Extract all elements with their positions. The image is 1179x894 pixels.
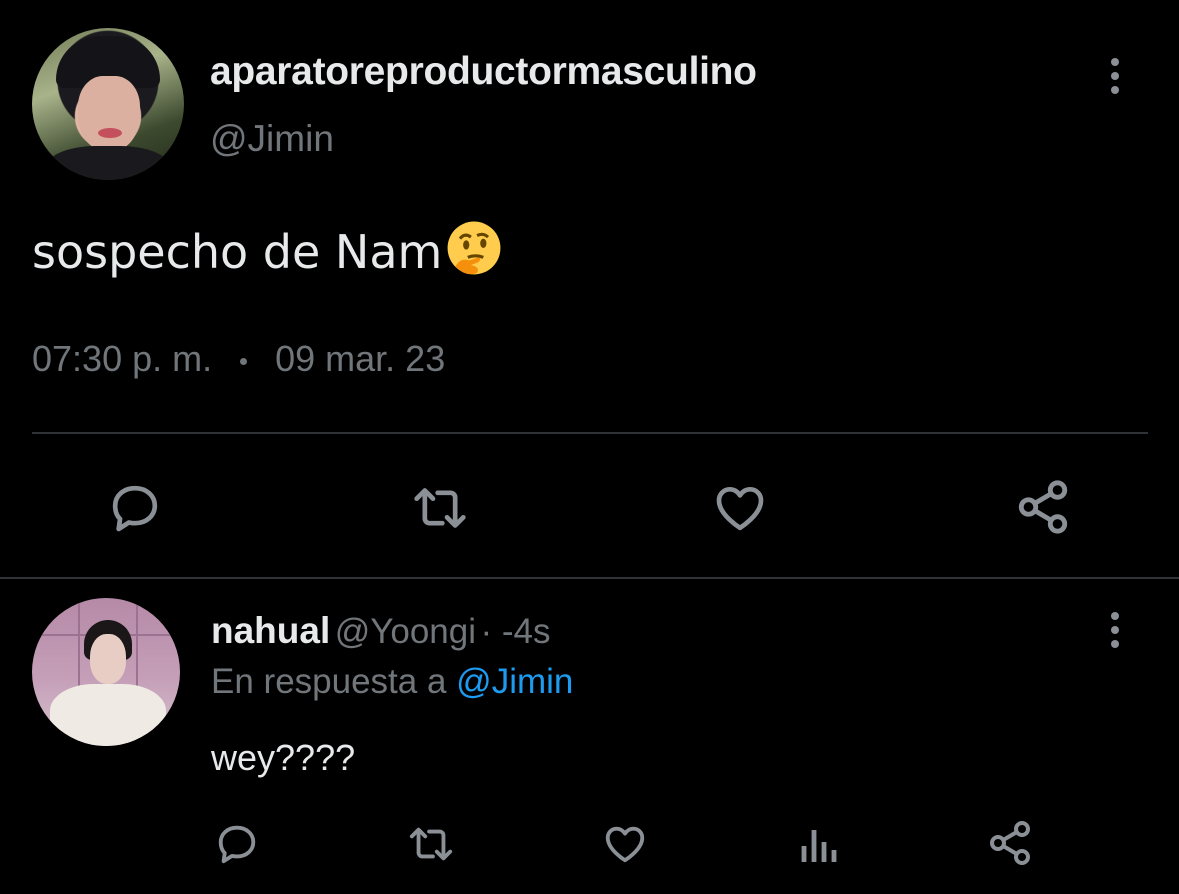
divider: [32, 432, 1148, 434]
like-icon[interactable]: [600, 820, 650, 868]
reply-header: nahual @Yoongi · -4s: [211, 610, 550, 652]
avatar[interactable]: [32, 28, 184, 180]
retweet-icon[interactable]: [404, 820, 458, 868]
replying-to-label: En respuesta a: [211, 662, 447, 701]
reply-display-name[interactable]: nahual: [211, 610, 330, 651]
thinking-face-emoji: [447, 221, 501, 275]
reply-icon[interactable]: [213, 820, 261, 868]
retweet-icon[interactable]: [406, 478, 474, 538]
like-icon[interactable]: [708, 478, 772, 538]
reply-avatar[interactable]: [32, 598, 180, 746]
tweet-date: 09 mar. 23: [275, 338, 446, 379]
reply-age: · -4s: [480, 612, 551, 651]
reply-icon[interactable]: [103, 478, 167, 538]
more-options-icon[interactable]: [1111, 58, 1119, 100]
divider: [0, 577, 1179, 579]
more-options-icon[interactable]: [1111, 612, 1119, 654]
tweet-timestamp[interactable]: 07:30 p. m. 09 mar. 23: [32, 338, 445, 380]
display-name[interactable]: aparatoreproductormasculino: [210, 50, 757, 94]
user-handle[interactable]: @Jimin: [210, 118, 334, 160]
replying-to: En respuesta a @Jimin: [211, 662, 573, 702]
analytics-icon[interactable]: [796, 820, 840, 868]
share-icon[interactable]: [1012, 476, 1074, 538]
share-icon[interactable]: [985, 818, 1035, 868]
tweet-text: sospecho de Nam: [32, 220, 502, 279]
separator-dot: [240, 357, 248, 365]
tweet-time: 07:30 p. m.: [32, 338, 213, 379]
reply-text: wey????: [211, 737, 356, 778]
tweet-text-content: sospecho de Nam: [32, 225, 443, 279]
mention-link[interactable]: @Jimin: [456, 662, 573, 701]
reply-handle[interactable]: @Yoongi: [335, 612, 476, 651]
